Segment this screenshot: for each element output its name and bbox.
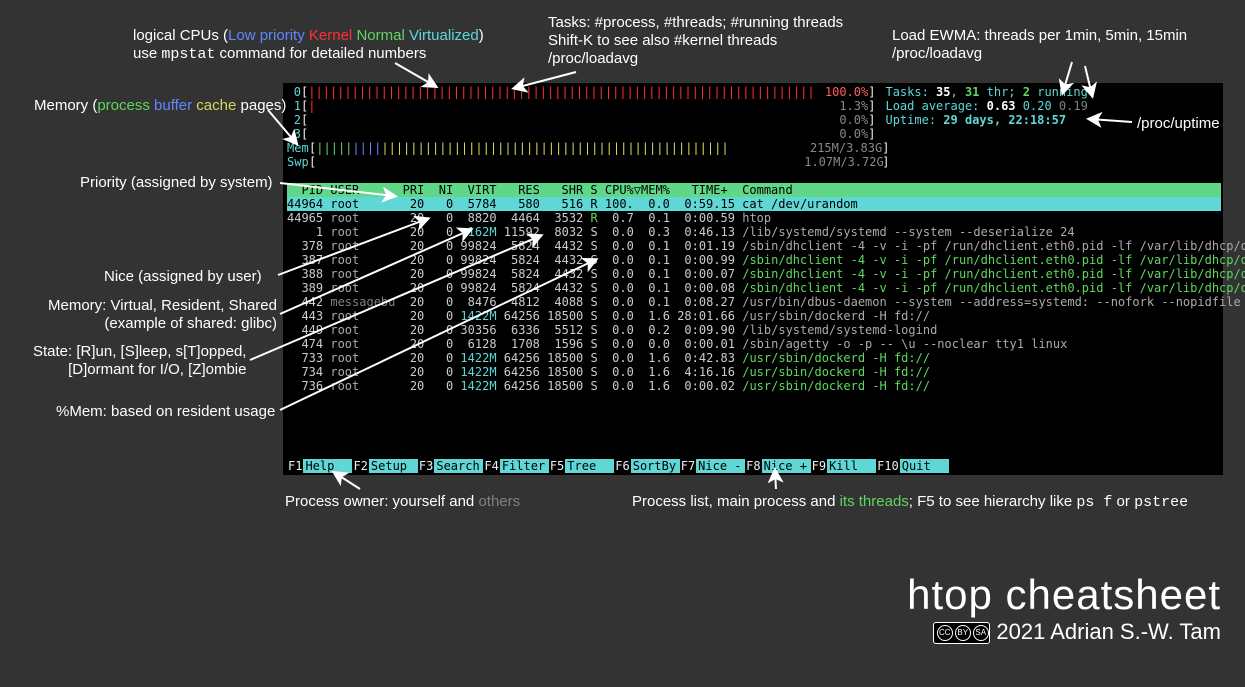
fkey-search[interactable]: Search [434,459,483,473]
fkey-num: F5 [549,459,565,473]
fkey-num: F9 [811,459,827,473]
htop-terminal: 0[||||||||||||||||||||||||||||||||||||||… [283,83,1223,475]
fkey-tree[interactable]: Tree [565,459,614,473]
annot-logical-cpus: logical CPUs (Low priority Kernel Normal… [133,27,484,64]
title-sub: CCBYSA 2021 Adrian S.-W. Tam [907,619,1221,645]
cc-badge-icon: CCBYSA [933,622,990,644]
process-row[interactable]: 442 messagebu 20 0 8476 4812 4088 S 0.0 … [287,295,1221,309]
fkey-filter[interactable]: Filter [500,459,549,473]
process-row[interactable]: 387 root 20 0 99824 5824 4432 S 0.0 0.1 … [287,253,1221,267]
process-row[interactable]: 389 root 20 0 99824 5824 4432 S 0.0 0.1 … [287,281,1221,295]
fkey-sortby[interactable]: SortBy [631,459,680,473]
annot-process-owner: Process owner: yourself and others [285,493,520,511]
column-line: PID USER PRI NI VIRT RES SHR S CPU%▽MEM%… [287,183,793,197]
cpu-meter-2: 2[0.0%]Uptime: 29 days, 22:18:57 [287,113,1221,127]
annot-nice: Nice (assigned by user) [104,268,262,286]
annot-load-ewma: Load EWMA: threads per 1min, 5min, 15min… [892,27,1187,63]
fkey-num: F7 [680,459,696,473]
process-table-header[interactable]: PID USER PRI NI VIRT RES SHR S CPU%▽MEM%… [287,183,1221,197]
cpu-meter-0: 0[||||||||||||||||||||||||||||||||||||||… [287,85,1221,99]
fkey-num: F4 [483,459,499,473]
process-row[interactable]: 474 root 20 0 6128 1708 1596 S 0.0 0.0 0… [287,337,1221,351]
process-row[interactable]: 736 root 20 0 1422M 64256 18500 S 0.0 1.… [287,379,1221,393]
process-table-body: 44965 root 20 0 8820 4464 3532 R 0.7 0.1… [287,211,1221,393]
fkey-bar: F1HelpF2SetupF3SearchF4FilterF5TreeF6Sor… [287,459,1219,473]
annot-proc-uptime: /proc/uptime [1137,115,1220,133]
process-row[interactable]: 449 root 20 0 30356 6336 5512 S 0.0 0.2 … [287,323,1221,337]
annot-tasks: Tasks: #process, #threads; #running thre… [548,14,843,68]
process-row[interactable]: 388 root 20 0 99824 5824 4432 S 0.0 0.1 … [287,267,1221,281]
document-title: htop cheatsheet CCBYSA 2021 Adrian S.-W.… [907,571,1221,645]
process-row[interactable]: 733 root 20 0 1422M 64256 18500 S 0.0 1.… [287,351,1221,365]
title-main: htop cheatsheet [907,571,1221,619]
annot-memory: Memory (process buffer cache pages) [34,97,286,115]
fkey-num: F3 [418,459,434,473]
fkey-num: F8 [745,459,761,473]
fkey-num: F1 [287,459,303,473]
annot-pctmem: %Mem: based on resident usage [56,403,275,421]
swap-meter: Swp[1.07M/3.72G] [287,155,1221,169]
process-row-selected-text: 44964 root 20 0 5784 580 516 R 100. 0.0 … [287,197,858,211]
fkey-help[interactable]: Help [303,459,352,473]
fkey-setup[interactable]: Setup [369,459,418,473]
fkey-nice-+[interactable]: Nice + [762,459,811,473]
fkey-nice--[interactable]: Nice - [696,459,745,473]
fkey-num: F6 [614,459,630,473]
annot-state: State: [R]un, [S]leep, s[T]opped, [D]orm… [33,343,246,379]
process-row[interactable]: 1 root 20 0 162M 11592 8032 S 0.0 0.3 0:… [287,225,1221,239]
process-row-selected[interactable]: 44964 root 20 0 5784 580 516 R 100. 0.0 … [287,197,1221,211]
fkey-quit[interactable]: Quit [900,459,949,473]
cpu-meter-1: 1[|1.3%]Load average: 0.63 0.20 0.19 [287,99,1221,113]
fkey-num: F10 [876,459,900,473]
fkey-kill[interactable]: Kill [827,459,876,473]
fkey-num: F2 [352,459,368,473]
mem-meter: Mem[||||||||||||||||||||||||||||||||||||… [287,141,1221,155]
cpu-meter-3: 3[0.0%] [287,127,1221,141]
annot-process-list: Process list, main process and its threa… [632,493,1188,512]
annot-priority: Priority (assigned by system) [80,174,273,192]
process-row[interactable]: 443 root 20 0 1422M 64256 18500 S 0.0 1.… [287,309,1221,323]
process-row[interactable]: 378 root 20 0 99824 5824 4432 S 0.0 0.1 … [287,239,1221,253]
annot-mem-vrs: Memory: Virtual, Resident, Shared (examp… [48,297,277,333]
htop-meter-header: 0[||||||||||||||||||||||||||||||||||||||… [287,85,1221,183]
process-row[interactable]: 734 root 20 0 1422M 64256 18500 S 0.0 1.… [287,365,1221,379]
process-row[interactable]: 44965 root 20 0 8820 4464 3532 R 0.7 0.1… [287,211,1221,225]
